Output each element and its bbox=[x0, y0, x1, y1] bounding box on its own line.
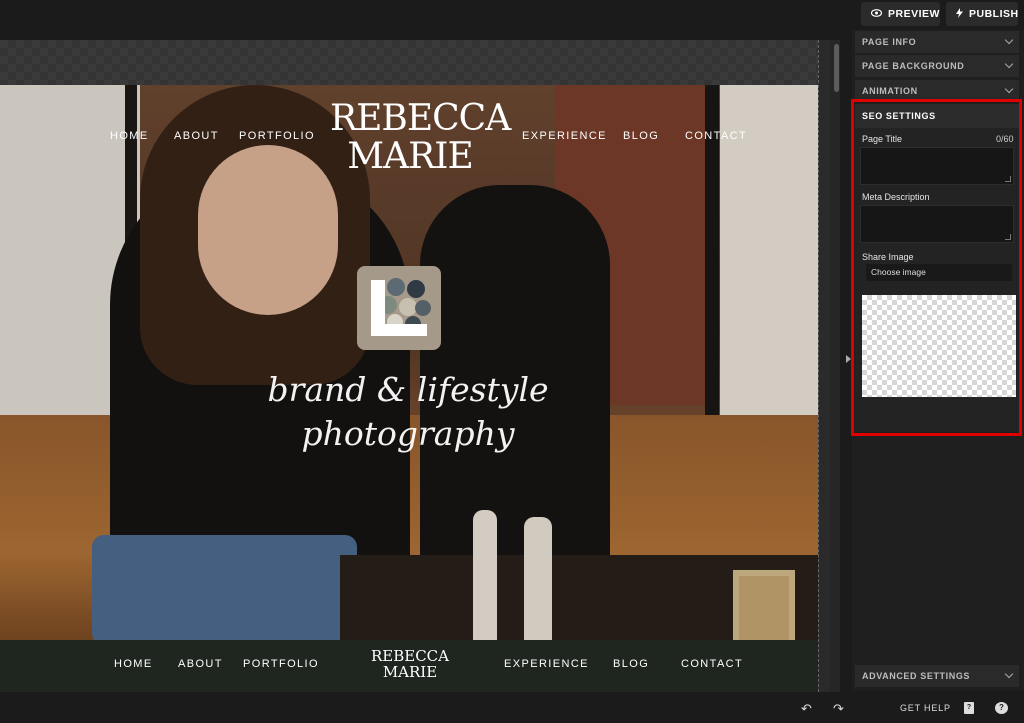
chevron-down-icon bbox=[1004, 669, 1014, 679]
bottom-bar bbox=[0, 692, 1024, 723]
section-advanced-settings[interactable]: ADVANCED SETTINGS bbox=[855, 665, 1019, 687]
hero-tagline: brand & lifestyle photography bbox=[267, 370, 549, 453]
nav-blog[interactable]: BLOG bbox=[623, 130, 659, 142]
preview-label: PREVIEW bbox=[888, 8, 940, 20]
section-page-background[interactable]: PAGE BACKGROUND bbox=[855, 55, 1019, 77]
canvas-boundary-line bbox=[818, 40, 819, 692]
preview-button[interactable]: PREVIEW bbox=[861, 2, 940, 26]
footer-nav-experience[interactable]: EXPERIENCE bbox=[504, 658, 589, 670]
footer-nav-portfolio[interactable]: PORTFOLIO bbox=[243, 658, 319, 670]
get-help-link[interactable]: GET HELP bbox=[900, 703, 951, 713]
nav-contact[interactable]: CONTACT bbox=[685, 130, 747, 142]
undo-icon[interactable]: ↶ bbox=[801, 702, 812, 715]
chevron-down-icon bbox=[1004, 35, 1014, 45]
canvas-scrollbar[interactable] bbox=[830, 40, 840, 692]
redo-icon[interactable]: ↷ bbox=[833, 702, 844, 715]
nav-portfolio[interactable]: PORTFOLIO bbox=[239, 130, 315, 142]
canvas-scrollbar-thumb[interactable] bbox=[834, 44, 839, 92]
footer-nav-home[interactable]: HOME bbox=[114, 658, 153, 670]
brand-logo-icon bbox=[357, 266, 441, 350]
nav-experience[interactable]: EXPERIENCE bbox=[522, 130, 607, 142]
section-label: ADVANCED SETTINGS bbox=[862, 671, 971, 681]
chevron-down-icon bbox=[1004, 59, 1014, 69]
section-label: ANIMATION bbox=[862, 86, 918, 96]
section-label: PAGE BACKGROUND bbox=[862, 61, 965, 71]
eye-icon bbox=[870, 8, 883, 20]
section-page-info[interactable]: PAGE INFO bbox=[855, 31, 1019, 53]
section-label: PAGE INFO bbox=[862, 37, 917, 47]
publish-button[interactable]: PUBLISH bbox=[946, 2, 1018, 26]
footer-nav-about[interactable]: ABOUT bbox=[178, 658, 223, 670]
footer-nav-contact[interactable]: CONTACT bbox=[681, 658, 743, 670]
chat-icon[interactable]: ? bbox=[995, 702, 1008, 714]
nav-home[interactable]: HOME bbox=[110, 130, 149, 142]
footer-brand[interactable]: REBECCA MARIE bbox=[370, 648, 450, 680]
site-brand-title[interactable]: REBECCA MARIE bbox=[330, 100, 511, 176]
bolt-icon bbox=[956, 7, 963, 21]
chevron-down-icon bbox=[1004, 84, 1014, 94]
footer-nav-blog[interactable]: BLOG bbox=[613, 658, 649, 670]
seo-settings-highlight bbox=[851, 99, 1022, 436]
publish-label: PUBLISH bbox=[969, 8, 1019, 20]
nav-about[interactable]: ABOUT bbox=[174, 130, 219, 142]
docs-icon[interactable]: ? bbox=[964, 702, 974, 714]
transparent-canvas-strip bbox=[0, 40, 818, 85]
